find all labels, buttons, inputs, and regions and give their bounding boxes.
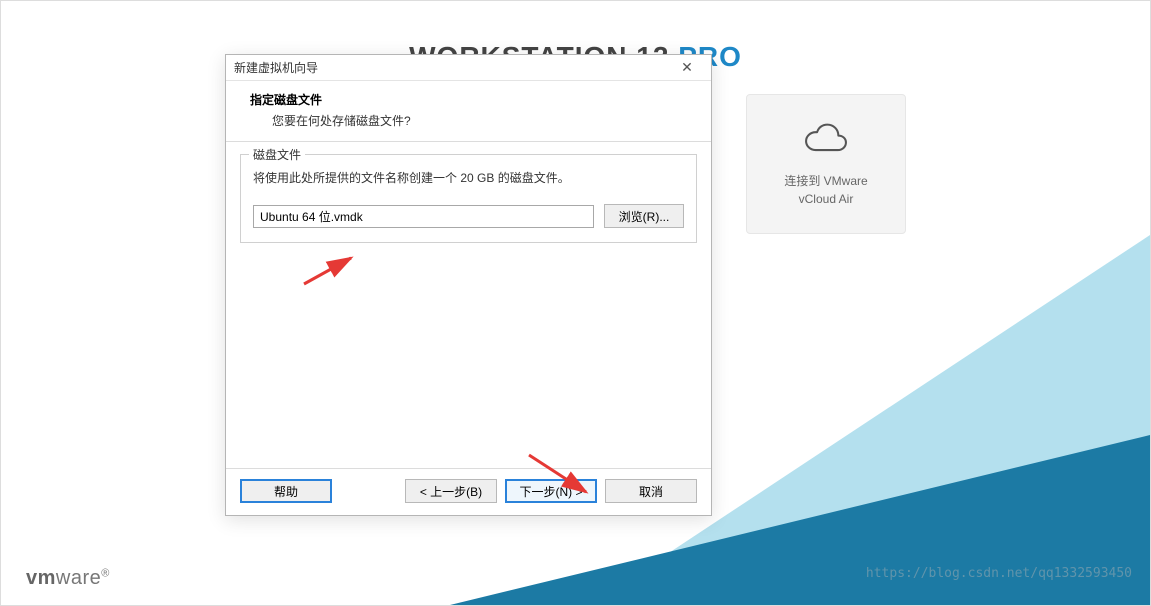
dialog-footer: 帮助 < 上一步(B) 下一步(N) > 取消 — [226, 468, 711, 515]
vmware-logo: vmware® — [26, 567, 110, 590]
annotation-arrow-1 — [296, 252, 366, 292]
help-button[interactable]: 帮助 — [240, 479, 332, 503]
dialog-title: 新建虚拟机向导 — [234, 59, 318, 76]
disk-file-group: 磁盘文件 将使用此处所提供的文件名称创建一个 20 GB 的磁盘文件。 浏览(R… — [240, 154, 697, 243]
disk-file-input[interactable] — [253, 205, 594, 228]
header-subtitle: 您要在何处存储磁盘文件? — [272, 112, 697, 129]
connect-vcloud-tile[interactable]: 连接到 VMwarevCloud Air — [746, 94, 906, 234]
cloud-icon — [804, 120, 848, 154]
group-legend: 磁盘文件 — [249, 146, 305, 163]
cancel-button[interactable]: 取消 — [605, 479, 697, 503]
close-button[interactable]: ✕ — [667, 57, 707, 79]
browse-button[interactable]: 浏览(R)... — [604, 204, 684, 228]
dialog-header: 指定磁盘文件 您要在何处存储磁盘文件? — [226, 81, 711, 142]
header-title: 指定磁盘文件 — [250, 91, 697, 108]
dialog-body: 磁盘文件 将使用此处所提供的文件名称创建一个 20 GB 的磁盘文件。 浏览(R… — [226, 142, 711, 468]
group-description: 将使用此处所提供的文件名称创建一个 20 GB 的磁盘文件。 — [253, 169, 684, 186]
dialog-titlebar[interactable]: 新建虚拟机向导 ✕ — [226, 55, 711, 81]
back-button[interactable]: < 上一步(B) — [405, 479, 497, 503]
next-button[interactable]: 下一步(N) > — [505, 479, 597, 503]
new-vm-wizard-dialog: 新建虚拟机向导 ✕ 指定磁盘文件 您要在何处存储磁盘文件? 磁盘文件 将使用此处… — [225, 54, 712, 516]
watermark-text: https://blog.csdn.net/qq1332593450 — [866, 566, 1132, 581]
close-icon: ✕ — [681, 59, 693, 76]
tile-label: 连接到 VMwarevCloud Air — [784, 172, 867, 208]
